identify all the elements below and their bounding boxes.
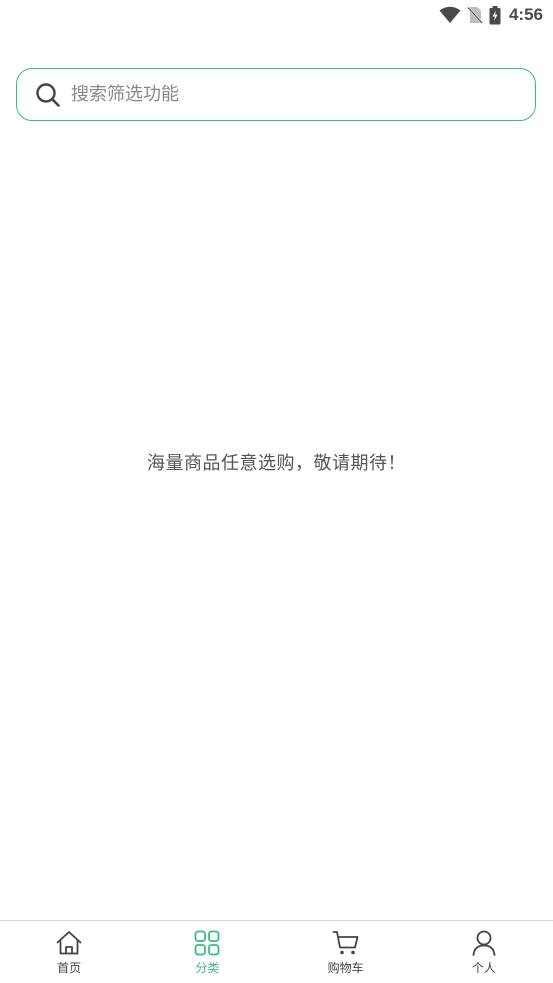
cart-icon [332,929,360,957]
search-icon[interactable] [35,82,61,108]
wifi-icon [439,6,461,24]
battery-charging-icon [489,5,501,25]
status-icons: 4:56 [439,4,543,26]
search-input[interactable] [71,84,511,105]
status-time: 4:56 [508,5,543,24]
nav-label-home: 首页 [57,961,82,975]
no-sim-icon [467,6,483,24]
bottom-nav: 首页 分类 购物车 个人 [0,920,553,983]
user-icon [470,929,498,957]
nav-label-category: 分类 [195,961,220,975]
nav-item-profile[interactable]: 个人 [415,921,553,983]
category-grid-icon [193,929,221,957]
nav-item-home[interactable]: 首页 [0,921,138,983]
search-bar[interactable] [16,68,536,121]
status-bar: 4:56 [0,0,553,30]
empty-state-message: 海量商品任意选购，敬请期待！ [147,453,406,474]
nav-item-category[interactable]: 分类 [138,921,276,983]
home-icon [55,929,83,957]
nav-label-cart: 购物车 [327,961,364,975]
nav-label-profile: 个人 [471,961,496,975]
nav-item-cart[interactable]: 购物车 [277,921,415,983]
